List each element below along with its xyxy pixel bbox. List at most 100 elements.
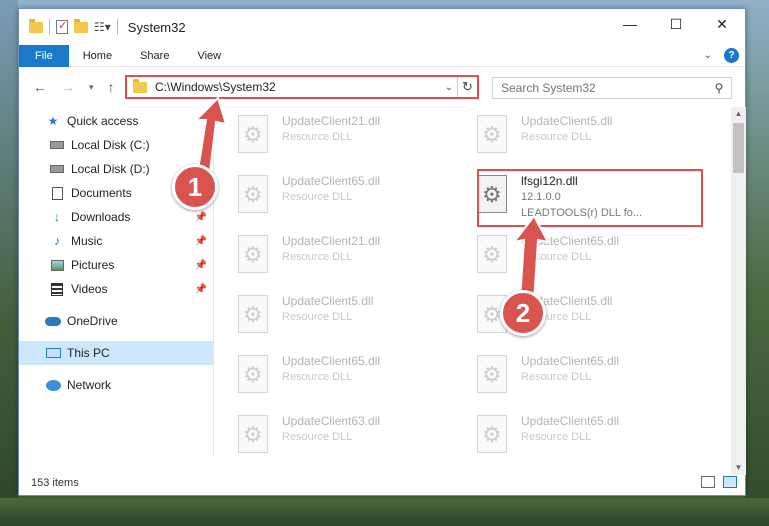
dll-file-icon (238, 175, 274, 215)
nav-item-label: Local Disk (C:) (71, 138, 150, 152)
view-toggle (701, 476, 737, 488)
file-item[interactable]: UpdateClient65.dll Resource DLL (214, 351, 444, 401)
dll-file-icon (477, 235, 513, 275)
search-icon[interactable]: ⚲ (707, 81, 731, 95)
network-icon (45, 378, 61, 392)
title-bar: ☷▾ System32 — ☐ ✕ (19, 9, 745, 45)
details-view-icon[interactable] (701, 476, 715, 488)
onedrive-icon (45, 314, 61, 328)
file-type: Resource DLL (521, 371, 592, 383)
pin-icon: 📌 (194, 235, 207, 247)
status-bar: 153 items (19, 471, 745, 495)
address-path[interactable]: C:\Windows\System32 (155, 80, 441, 94)
highlight-box-file (477, 169, 703, 227)
recent-locations-icon[interactable]: ▾ (89, 82, 94, 93)
file-item[interactable]: UpdateClient5.dllResource DLL (453, 291, 683, 341)
file-name: UpdateClient65.dll (521, 234, 620, 248)
file-name: UpdateClient65.dll (282, 354, 381, 368)
nav-item-local-disk-c[interactable]: Local Disk (C:) (19, 133, 213, 157)
nav-item-downloads[interactable]: ↓ Downloads 📌 (19, 205, 213, 229)
file-name: UpdateClient5.dll (282, 294, 374, 308)
nav-item-this-pc[interactable]: This PC (19, 341, 213, 365)
dll-file-icon (238, 295, 274, 335)
file-name: UpdateClient5.dll (521, 114, 613, 128)
new-folder-icon[interactable] (74, 18, 88, 33)
pin-icon: 📌 (194, 283, 207, 295)
nav-item-videos[interactable]: Videos 📌 (19, 277, 213, 301)
quick-access-toolbar: ☷▾ System32 (19, 18, 186, 35)
pin-icon: 📌 (194, 259, 207, 271)
file-name: UpdateClient21.dll (282, 234, 381, 248)
file-item[interactable]: UpdateClient65.dll Resource DLL (453, 411, 683, 461)
nav-item-label: Quick access (67, 114, 139, 128)
chevron-down-icon[interactable]: ⌄ (441, 82, 457, 93)
tab-home[interactable]: Home (69, 45, 126, 67)
pin-icon: 📌 (194, 211, 207, 223)
desktop-background-bottom (0, 498, 769, 526)
folder-icon[interactable] (29, 18, 43, 33)
close-button[interactable]: ✕ (699, 9, 745, 39)
file-item[interactable]: UpdateClient21.dll Resource DLL (214, 111, 444, 161)
maximize-button[interactable]: ☐ (653, 9, 699, 39)
file-item[interactable]: UpdateClient65.dll Resource DLL (214, 171, 444, 221)
scrollbar-thumb[interactable] (733, 123, 744, 173)
desktop-background-right (745, 0, 769, 526)
search-box[interactable]: ⚲ (492, 77, 732, 99)
nav-item-music[interactable]: ♪ Music 📌 (19, 229, 213, 253)
computer-icon (45, 346, 61, 360)
videos-icon (49, 282, 65, 296)
dll-file-icon (238, 115, 274, 155)
dll-file-icon (477, 115, 513, 155)
file-item[interactable]: UpdateClient5.dllResource DLL (453, 111, 683, 161)
file-explorer-window: ☷▾ System32 — ☐ ✕ File Home Share View ⌄… (18, 8, 746, 496)
file-name: UpdateClient21.dll (282, 114, 381, 128)
dll-file-icon (238, 415, 274, 455)
tab-share[interactable]: Share (126, 45, 183, 67)
file-type: Resource DLL (282, 371, 353, 383)
nav-item-label: Videos (71, 282, 108, 296)
vertical-scrollbar[interactable]: ▲ ▼ (731, 107, 746, 475)
file-type: Resource DLL (521, 251, 592, 263)
pictures-icon (49, 258, 65, 272)
file-item[interactable]: UpdateClient65.dll Resource DLL (453, 231, 683, 281)
navigation-pane: ★ Quick access Local Disk (C:) Local Dis… (19, 107, 213, 457)
callout-1: 1 (172, 164, 218, 210)
star-icon: ★ (47, 114, 59, 128)
expand-ribbon-icon[interactable]: ⌄ (704, 50, 712, 61)
file-type: Resource DLL (521, 431, 592, 443)
file-type: Resource DLL (282, 131, 353, 143)
file-item[interactable]: UpdateClient21.dll Resource DLL (214, 231, 444, 281)
music-icon: ♪ (54, 234, 60, 248)
back-arrow-icon[interactable]: ← (33, 79, 47, 95)
downloads-icon: ↓ (54, 210, 60, 224)
refresh-icon[interactable]: ↻ (457, 77, 477, 97)
minimize-button[interactable]: — (607, 9, 653, 39)
help-icon[interactable]: ? (724, 48, 739, 63)
file-item[interactable]: UpdateClient63.dll Resource DLL (214, 411, 444, 461)
scroll-up-icon[interactable]: ▲ (731, 107, 746, 121)
nav-item-network[interactable]: Network (19, 373, 213, 397)
file-item[interactable]: UpdateClient5.dllResource DLL (214, 291, 444, 341)
properties-icon[interactable] (56, 19, 68, 34)
dll-file-icon (477, 355, 513, 395)
address-bar[interactable]: C:\Windows\System32 ⌄ ↻ (125, 75, 479, 99)
customize-toolbar-icon[interactable]: ☷▾ (94, 20, 111, 34)
folder-icon (133, 78, 147, 93)
search-input[interactable] (501, 81, 707, 95)
tab-view[interactable]: View (183, 45, 235, 67)
nav-item-onedrive[interactable]: OneDrive (19, 309, 213, 333)
nav-item-pictures[interactable]: Pictures 📌 (19, 253, 213, 277)
file-type: Resource DLL (282, 191, 353, 203)
nav-quick-access[interactable]: ★ Quick access (19, 109, 213, 133)
forward-arrow-icon[interactable]: → (61, 79, 75, 95)
file-type: Resource DLL (282, 251, 353, 263)
file-item[interactable]: UpdateClient65.dll Resource DLL (453, 351, 683, 401)
dll-file-icon (238, 235, 274, 275)
file-name: UpdateClient65.dll (282, 174, 381, 188)
large-icons-view-icon[interactable] (723, 476, 737, 488)
toolbar-separator (116, 19, 118, 35)
dll-file-icon (238, 355, 274, 395)
up-arrow-icon[interactable]: ↑ (108, 79, 115, 95)
ribbon-right-controls: ⌄ ? (704, 48, 739, 63)
tab-file[interactable]: File (19, 44, 69, 67)
